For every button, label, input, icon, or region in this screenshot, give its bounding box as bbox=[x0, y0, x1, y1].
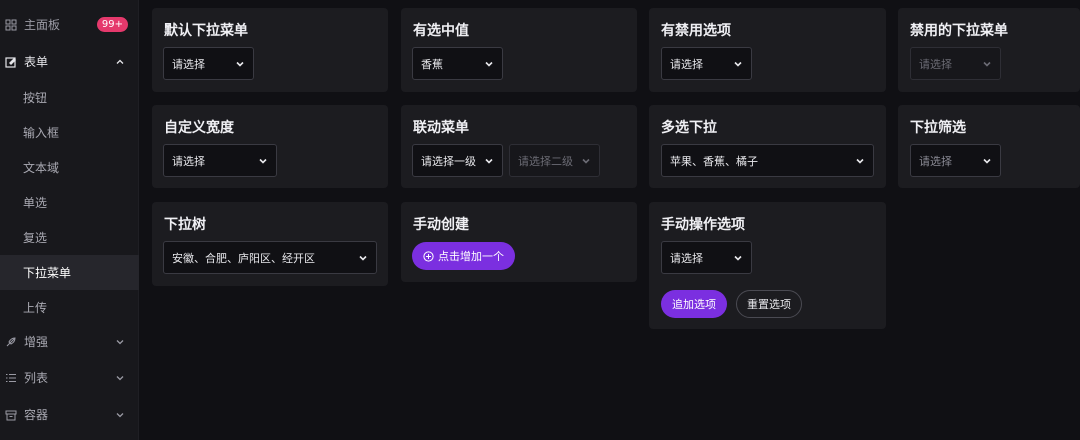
selected-dropdown[interactable]: 香蕉 bbox=[412, 47, 503, 80]
dropdown-value: 请选择 bbox=[670, 251, 703, 265]
card-tree-select: 下拉树 安徽、合肥、庐阳区、经开区 bbox=[152, 202, 388, 286]
dropdown-value: 请选择 bbox=[670, 57, 703, 71]
dropdown-value: 香蕉 bbox=[421, 57, 443, 71]
multi-select-dropdown[interactable]: 苹果、香蕉、橘子 bbox=[661, 144, 874, 177]
chevron-down-icon bbox=[733, 253, 743, 263]
list-icon bbox=[5, 372, 17, 384]
sidebar-item-label: 文本域 bbox=[23, 161, 60, 175]
button-label: 点击增加一个 bbox=[438, 250, 504, 263]
button-label: 重置选项 bbox=[747, 298, 791, 311]
sidebar-item-label: 输入框 bbox=[23, 126, 60, 140]
sidebar: 主面板 99+ 表单 按钮 输入框 文本域 单选 复选 下拉菜单 上传 增强 列… bbox=[0, 0, 139, 440]
archive-icon bbox=[5, 409, 17, 421]
chevron-down-icon bbox=[581, 156, 591, 166]
dropdown-value: 请选择 bbox=[172, 57, 205, 71]
dropdown-value: 安徽、合肥、庐阳区、经开区 bbox=[172, 251, 315, 265]
sidebar-item-label: 下拉菜单 bbox=[23, 266, 72, 280]
dropdown-value: 请选择一级 bbox=[421, 154, 476, 168]
card-title: 有选中值 bbox=[413, 23, 469, 39]
sidebar-item-checkbox[interactable]: 复选 bbox=[0, 220, 139, 255]
sidebar-item-label: 增强 bbox=[24, 335, 49, 349]
grid-icon bbox=[5, 19, 17, 31]
chevron-down-icon bbox=[115, 337, 125, 347]
chevron-down-icon bbox=[115, 410, 125, 420]
chevron-down-icon bbox=[258, 156, 268, 166]
card-title: 有禁用选项 bbox=[661, 23, 731, 39]
sidebar-item-label: 上传 bbox=[23, 301, 48, 315]
append-option-button[interactable]: 追加选项 bbox=[661, 290, 727, 318]
chevron-down-icon bbox=[484, 59, 494, 69]
sidebar-item-input[interactable]: 输入框 bbox=[0, 115, 139, 150]
cascade-level1-dropdown[interactable]: 请选择一级 bbox=[412, 144, 503, 177]
sidebar-item-label: 表单 bbox=[24, 55, 49, 69]
chevron-down-icon bbox=[982, 156, 992, 166]
custom-width-dropdown[interactable]: 请选择 bbox=[163, 144, 277, 177]
dropdown-value: 苹果、香蕉、橘子 bbox=[670, 154, 758, 168]
sidebar-item-list[interactable]: 列表 bbox=[0, 360, 139, 395]
filter-dropdown[interactable]: 请选择 bbox=[910, 144, 1001, 177]
card-title: 自定义宽度 bbox=[164, 120, 234, 136]
reset-options-button[interactable]: 重置选项 bbox=[736, 290, 802, 318]
disabled-option-dropdown[interactable]: 请选择 bbox=[661, 47, 752, 80]
sidebar-item-label: 按钮 bbox=[23, 91, 48, 105]
chevron-down-icon bbox=[358, 253, 368, 263]
card-filter-select: 下拉筛选 请选择 bbox=[898, 105, 1080, 188]
chevron-up-icon bbox=[115, 57, 125, 67]
card-title: 联动菜单 bbox=[413, 120, 469, 136]
card-title: 默认下拉菜单 bbox=[164, 23, 248, 39]
default-dropdown[interactable]: 请选择 bbox=[163, 47, 254, 80]
add-item-button[interactable]: 点击增加一个 bbox=[412, 242, 515, 270]
card-title: 手动创建 bbox=[413, 217, 469, 233]
card-disabled-select: 禁用的下拉菜单 请选择 bbox=[898, 8, 1080, 92]
sidebar-item-label: 单选 bbox=[23, 196, 48, 210]
cascade-level2-dropdown: 请选择二级 bbox=[509, 144, 600, 177]
sidebar-item-container[interactable]: 容器 bbox=[0, 397, 139, 432]
dropdown-value: 请选择 bbox=[919, 57, 952, 71]
manual-ops-dropdown[interactable]: 请选择 bbox=[661, 241, 752, 274]
card-custom-width: 自定义宽度 请选择 bbox=[152, 105, 388, 188]
sidebar-item-button[interactable]: 按钮 bbox=[0, 80, 139, 115]
chevron-down-icon bbox=[484, 156, 494, 166]
sidebar-item-label: 列表 bbox=[24, 371, 49, 385]
card-manual-create: 手动创建 点击增加一个 bbox=[401, 202, 637, 282]
card-title: 禁用的下拉菜单 bbox=[910, 23, 1008, 39]
chevron-down-icon bbox=[733, 59, 743, 69]
button-label: 追加选项 bbox=[672, 298, 716, 311]
card-title: 下拉筛选 bbox=[910, 120, 966, 136]
card-cascade: 联动菜单 请选择一级 请选择二级 bbox=[401, 105, 637, 188]
notification-badge: 99+ bbox=[96, 17, 128, 32]
card-title: 手动操作选项 bbox=[661, 217, 745, 233]
chevron-down-icon bbox=[235, 59, 245, 69]
card-disabled-option: 有禁用选项 请选择 bbox=[649, 8, 886, 92]
dropdown-placeholder: 请选择 bbox=[919, 154, 952, 168]
sidebar-item-label: 主面板 bbox=[24, 18, 61, 32]
chevron-down-icon bbox=[855, 156, 865, 166]
card-title: 多选下拉 bbox=[661, 120, 717, 136]
card-selected-value: 有选中值 香蕉 bbox=[401, 8, 637, 92]
sidebar-item-form[interactable]: 表单 bbox=[0, 44, 139, 79]
form-icon bbox=[5, 56, 17, 68]
sidebar-item-upload[interactable]: 上传 bbox=[0, 290, 139, 325]
dropdown-value: 请选择 bbox=[172, 154, 205, 168]
card-default-select: 默认下拉菜单 请选择 bbox=[152, 8, 388, 92]
card-title: 下拉树 bbox=[164, 217, 206, 233]
chevron-down-icon bbox=[115, 373, 125, 383]
card-manual-ops: 手动操作选项 请选择 追加选项 重置选项 bbox=[649, 202, 886, 329]
sidebar-item-dashboard[interactable]: 主面板 99+ bbox=[0, 7, 139, 42]
disabled-dropdown: 请选择 bbox=[910, 47, 1001, 80]
feather-icon bbox=[5, 336, 17, 348]
plus-circle-icon bbox=[423, 250, 434, 262]
chevron-down-icon bbox=[982, 59, 992, 69]
dropdown-value: 请选择二级 bbox=[518, 154, 573, 168]
sidebar-item-dropdown[interactable]: 下拉菜单 bbox=[0, 255, 139, 290]
tree-select-dropdown[interactable]: 安徽、合肥、庐阳区、经开区 bbox=[163, 241, 377, 274]
sidebar-item-textarea[interactable]: 文本域 bbox=[0, 150, 139, 185]
card-multi-select: 多选下拉 苹果、香蕉、橘子 bbox=[649, 105, 886, 188]
sidebar-item-label: 容器 bbox=[24, 408, 49, 422]
sidebar-item-enhance[interactable]: 增强 bbox=[0, 324, 139, 359]
sidebar-item-label: 复选 bbox=[23, 231, 48, 245]
sidebar-item-radio[interactable]: 单选 bbox=[0, 185, 139, 220]
